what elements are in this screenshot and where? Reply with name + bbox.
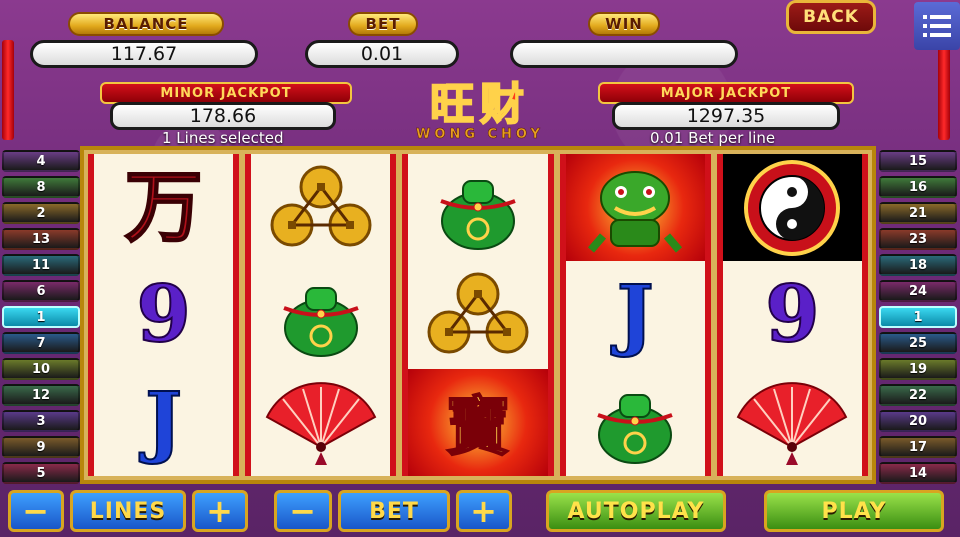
left-line-marker[interactable]: 6 xyxy=(2,280,80,302)
win-label: WIN xyxy=(588,12,660,36)
game-logo: 旺财 WONG CHOY xyxy=(372,80,588,144)
autoplay-button[interactable]: AUTOPLAY xyxy=(546,490,726,532)
top-header: BALANCE 117.67 BET 0.01 WIN BACK MINOR J… xyxy=(0,0,960,150)
lines-minus-button[interactable]: − xyxy=(8,490,64,532)
green-lion-symbol xyxy=(565,154,705,262)
reel-1: 万 9 J xyxy=(88,154,240,476)
reel-5: 9 xyxy=(716,154,869,476)
green-pouch-icon xyxy=(597,394,673,465)
gold-coins-icon xyxy=(270,165,372,247)
balance-label: BALANCE xyxy=(68,12,224,36)
left-line-marker[interactable]: 1 xyxy=(2,306,80,328)
fortune-symbol-icon: 寶 xyxy=(445,389,511,466)
logo-title: 旺财 xyxy=(429,78,530,130)
logo-subtitle: WONG CHOY xyxy=(416,126,544,142)
red-fan-symbol xyxy=(723,369,862,476)
rank-j-blue-icon: J xyxy=(144,376,183,468)
bet-button[interactable]: BET xyxy=(338,490,450,532)
play-button[interactable]: PLAY xyxy=(764,490,944,532)
right-line-marker[interactable]: 17 xyxy=(879,436,957,458)
left-line-marker[interactable]: 13 xyxy=(2,228,80,250)
red-fan-icon xyxy=(737,382,848,466)
green-pouch-icon xyxy=(283,286,359,357)
yin-yang-icon xyxy=(744,159,841,256)
right-line-marker[interactable]: 23 xyxy=(879,228,957,250)
green-pouch-icon xyxy=(440,179,516,250)
rank-j-blue-symbol: J xyxy=(94,369,233,476)
yin-yang-symbol xyxy=(722,154,863,262)
right-line-marker[interactable]: 18 xyxy=(879,254,957,276)
green-pouch-symbol xyxy=(408,154,547,261)
major-jackpot-label: MAJOR JACKPOT xyxy=(598,82,854,104)
reel-frame: 万 9 J 寶 J 9 xyxy=(80,146,876,484)
gold-coins-symbol xyxy=(408,261,547,368)
red-fan-symbol xyxy=(251,369,390,476)
left-line-marker[interactable]: 9 xyxy=(2,436,80,458)
reel-4: J xyxy=(559,154,711,476)
right-line-markers: 15 16 21 23 18 24 1 25 19 22 20 17 14 xyxy=(879,150,957,488)
reels[interactable]: 万 9 J 寶 J 9 xyxy=(88,154,869,476)
menu-icon xyxy=(923,15,951,37)
left-line-marker[interactable]: 12 xyxy=(2,384,80,406)
right-line-marker[interactable]: 25 xyxy=(879,332,957,354)
right-line-marker[interactable]: 24 xyxy=(879,280,957,302)
control-bar: − LINES + − BET + AUTOPLAY PLAY xyxy=(0,486,960,537)
left-line-marker[interactable]: 2 xyxy=(2,202,80,224)
right-line-marker[interactable]: 15 xyxy=(879,150,957,172)
bet-value: 0.01 xyxy=(305,40,459,68)
back-button[interactable]: BACK xyxy=(786,0,876,34)
bet-label: BET xyxy=(348,12,418,36)
major-jackpot-value: 1297.35 xyxy=(612,102,840,130)
green-pouch-symbol xyxy=(566,369,705,476)
left-line-marker[interactable]: 7 xyxy=(2,332,80,354)
lines-button[interactable]: LINES xyxy=(70,490,186,532)
fortune-symbol-symbol: 寶 xyxy=(408,368,548,476)
right-line-marker[interactable]: 20 xyxy=(879,410,957,432)
rank-j-blue-icon: J xyxy=(616,268,655,360)
left-line-marker[interactable]: 11 xyxy=(2,254,80,276)
menu-button[interactable] xyxy=(914,2,960,50)
green-pouch-symbol xyxy=(251,261,390,368)
rank-9-purple-symbol: 9 xyxy=(723,261,862,368)
lines-selected-text: 1 Lines selected xyxy=(162,129,284,147)
red-fan-icon xyxy=(265,382,377,466)
left-line-marker[interactable]: 3 xyxy=(2,410,80,432)
bet-minus-button[interactable]: − xyxy=(274,490,332,532)
gold-coins-symbol xyxy=(251,154,390,261)
left-line-marker[interactable]: 10 xyxy=(2,358,80,380)
rank-9-purple-symbol: 9 xyxy=(94,261,233,368)
win-value xyxy=(510,40,738,68)
left-pillar xyxy=(2,40,14,140)
rank-a-red-icon: 万 xyxy=(124,161,204,253)
right-line-marker[interactable]: 21 xyxy=(879,202,957,224)
right-pillar xyxy=(938,40,950,140)
bet-plus-button[interactable]: + xyxy=(456,490,512,532)
rank-9-purple-icon: 9 xyxy=(135,268,191,360)
minor-jackpot-value: 178.66 xyxy=(110,102,336,130)
reel-3: 寶 xyxy=(402,154,554,476)
gold-coins-icon xyxy=(427,272,529,354)
left-line-markers: 4 8 2 13 11 6 1 7 10 12 3 9 5 xyxy=(2,150,80,488)
minor-jackpot-label: MINOR JACKPOT xyxy=(100,82,352,104)
rank-a-red-symbol: 万 xyxy=(94,154,233,261)
rank-j-blue-symbol: J xyxy=(566,261,705,368)
right-line-marker[interactable]: 1 xyxy=(879,306,957,328)
lines-plus-button[interactable]: + xyxy=(192,490,248,532)
balance-value: 117.67 xyxy=(30,40,258,68)
reel-2 xyxy=(245,154,397,476)
green-lion-icon xyxy=(588,170,683,253)
left-line-marker[interactable]: 4 xyxy=(2,150,80,172)
right-line-marker[interactable]: 14 xyxy=(879,462,957,484)
left-line-marker[interactable]: 8 xyxy=(2,176,80,198)
right-line-marker[interactable]: 22 xyxy=(879,384,957,406)
right-line-marker[interactable]: 19 xyxy=(879,358,957,380)
bet-per-line-text: 0.01 Bet per line xyxy=(650,129,776,147)
right-line-marker[interactable]: 16 xyxy=(879,176,957,198)
rank-9-purple-icon: 9 xyxy=(764,268,820,360)
left-line-marker[interactable]: 5 xyxy=(2,462,80,484)
